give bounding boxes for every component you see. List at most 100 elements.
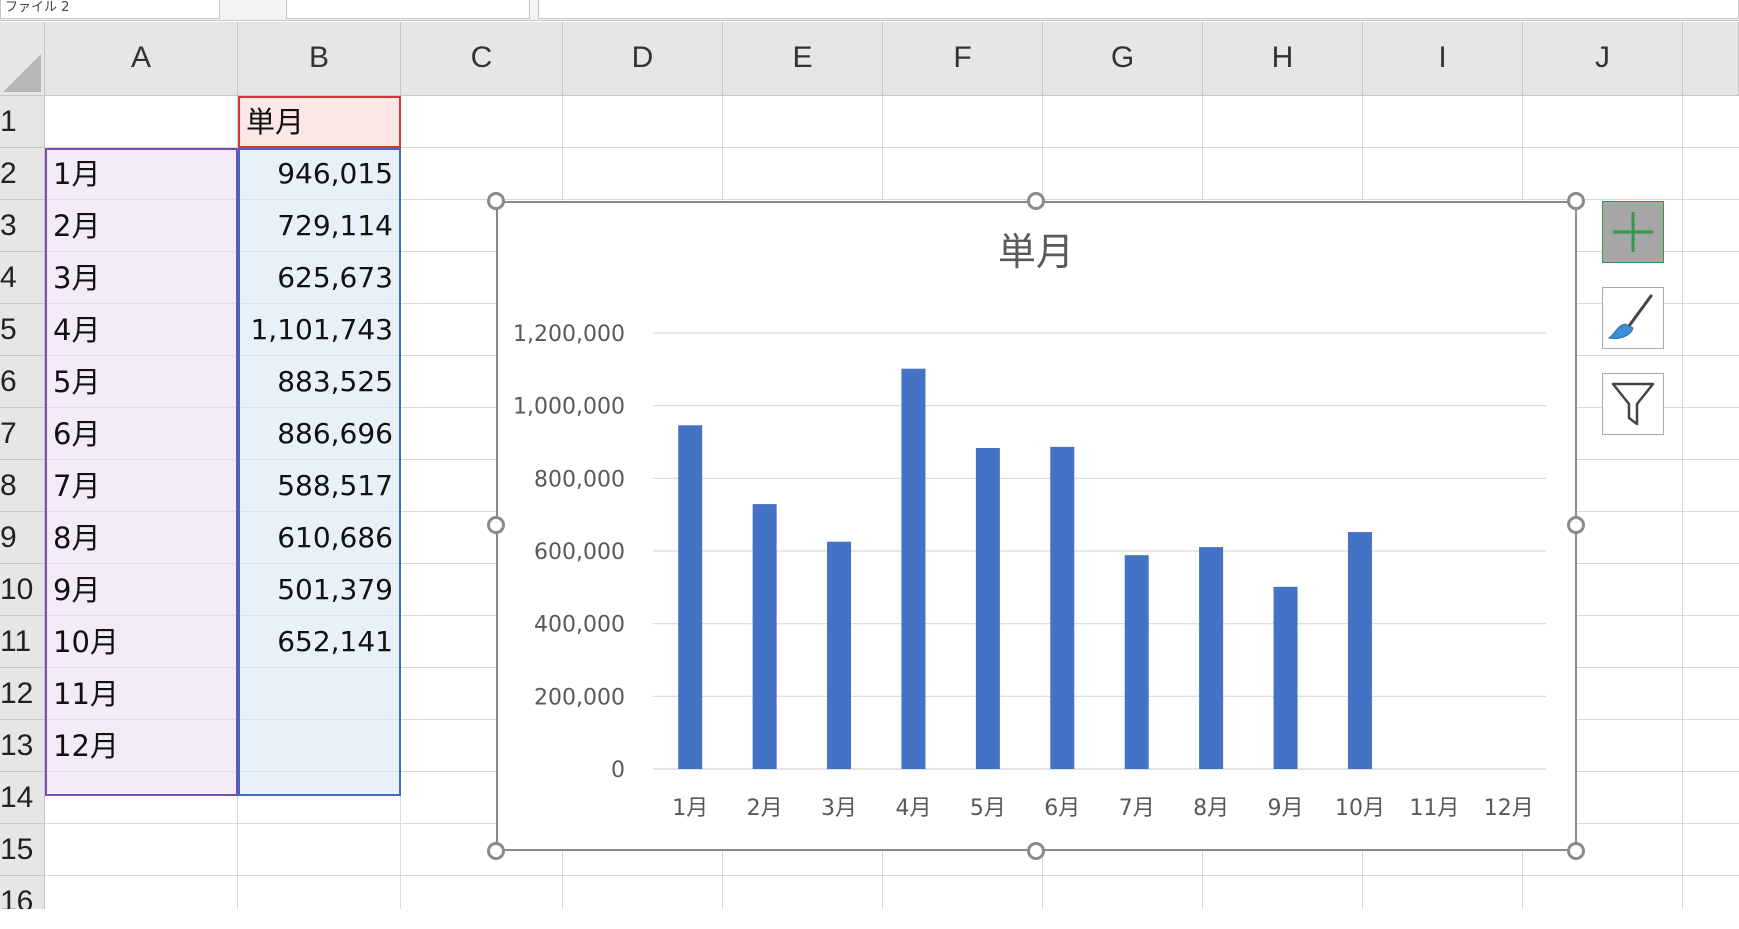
column-header-d[interactable]: D bbox=[563, 22, 723, 96]
cell-a7[interactable]: 6月 bbox=[47, 408, 236, 460]
cell-a3[interactable]: 2月 bbox=[47, 200, 236, 252]
resize-handle-bottom[interactable] bbox=[1027, 842, 1045, 860]
chart-elements-button[interactable] bbox=[1602, 201, 1664, 263]
resize-handle-top-right[interactable] bbox=[1567, 192, 1585, 210]
bar-10[interactable] bbox=[1347, 532, 1372, 769]
column-header-a[interactable]: A bbox=[45, 22, 238, 96]
y-tick-label: 0 bbox=[611, 758, 625, 783]
row-header-7[interactable]: 7 bbox=[0, 408, 45, 460]
cell-a9[interactable]: 8月 bbox=[47, 512, 236, 564]
cell-b10[interactable]: 501,379 bbox=[240, 564, 399, 616]
bar-5[interactable] bbox=[975, 447, 1000, 769]
resize-handle-top-left[interactable] bbox=[487, 192, 505, 210]
row-header-15[interactable]: 15 bbox=[0, 824, 45, 876]
cell-b12[interactable] bbox=[240, 668, 399, 720]
y-tick-label: 800,000 bbox=[534, 467, 625, 492]
bar-6[interactable] bbox=[1050, 446, 1075, 769]
bar-7[interactable] bbox=[1124, 555, 1149, 769]
y-gridlines bbox=[653, 332, 1546, 770]
cell-b11[interactable]: 652,141 bbox=[240, 616, 399, 668]
cell-b9[interactable]: 610,686 bbox=[240, 512, 399, 564]
resize-handle-bottom-left[interactable] bbox=[487, 842, 505, 860]
column-header-h[interactable]: H bbox=[1203, 22, 1363, 96]
cell-a11[interactable]: 10月 bbox=[47, 616, 236, 668]
bar-9[interactable] bbox=[1273, 586, 1298, 769]
y-tick-label: 400,000 bbox=[534, 613, 625, 638]
column-header-i[interactable]: I bbox=[1363, 22, 1523, 96]
row-header-8[interactable]: 8 bbox=[0, 460, 45, 512]
column-header-f[interactable]: F bbox=[883, 22, 1043, 96]
bar-4[interactable] bbox=[901, 368, 926, 769]
row-header-11[interactable]: 11 bbox=[0, 616, 45, 668]
cell-b3[interactable]: 729,114 bbox=[240, 200, 399, 252]
row-header-4[interactable]: 4 bbox=[0, 252, 45, 304]
row-header-14[interactable]: 14 bbox=[0, 772, 45, 824]
chart-svg: 単月 0 200,000 400,000 600,000 800,000 1,000,00… bbox=[513, 230, 1546, 821]
chart-area[interactable]: 単月 0 200,000 400,000 600,000 800,000 1,000,00… bbox=[496, 201, 1577, 851]
x-tick-label: 9月 bbox=[1268, 796, 1304, 821]
row-header-12[interactable]: 12 bbox=[0, 668, 45, 720]
grid-vline bbox=[1682, 96, 1683, 909]
x-tick-label: 10月 bbox=[1335, 796, 1385, 821]
cell-a6[interactable]: 5月 bbox=[47, 356, 236, 408]
x-tick-label: 2月 bbox=[747, 796, 783, 821]
brush-icon bbox=[1607, 294, 1653, 339]
row-header-2[interactable]: 2 bbox=[0, 148, 45, 200]
row-header-10[interactable]: 10 bbox=[0, 564, 45, 616]
bar-1[interactable] bbox=[678, 425, 703, 769]
cell-a2[interactable]: 1月 bbox=[47, 148, 236, 200]
x-tick-labels: 1月 2月 3月 4月 5月 6月 7月 8月 9月 10月 11月 12月 bbox=[672, 796, 1534, 821]
cell-b2[interactable]: 946,015 bbox=[240, 148, 399, 200]
x-tick-label: 7月 bbox=[1119, 796, 1155, 821]
chart-styles-button[interactable] bbox=[1602, 287, 1664, 349]
x-tick-label: 5月 bbox=[970, 796, 1006, 821]
y-tick-label: 200,000 bbox=[534, 685, 625, 710]
column-header-g[interactable]: G bbox=[1043, 22, 1203, 96]
x-tick-label: 8月 bbox=[1193, 796, 1229, 821]
resize-handle-left[interactable] bbox=[487, 516, 505, 534]
resize-handle-top[interactable] bbox=[1027, 192, 1045, 210]
row-header-6[interactable]: 6 bbox=[0, 356, 45, 408]
grid-hline bbox=[45, 875, 1739, 876]
cell-b4[interactable]: 625,673 bbox=[240, 252, 399, 304]
column-header-c[interactable]: C bbox=[401, 22, 563, 96]
row-header-9[interactable]: 9 bbox=[0, 512, 45, 564]
row-header-1[interactable]: 1 bbox=[0, 96, 45, 148]
y-tick-label: 600,000 bbox=[534, 540, 625, 565]
cell-a8[interactable]: 7月 bbox=[47, 460, 236, 512]
cell-b13[interactable] bbox=[240, 720, 399, 772]
cell-a10[interactable]: 9月 bbox=[47, 564, 236, 616]
cell-a12[interactable]: 11月 bbox=[47, 668, 236, 720]
cell-a13[interactable]: 12月 bbox=[47, 720, 236, 772]
select-all-corner[interactable] bbox=[0, 22, 45, 96]
cell-b6[interactable]: 883,525 bbox=[240, 356, 399, 408]
x-tick-label: 11月 bbox=[1409, 796, 1459, 821]
column-header-overflow bbox=[1683, 22, 1739, 96]
x-tick-label: 4月 bbox=[895, 796, 931, 821]
bar-8[interactable] bbox=[1199, 547, 1224, 769]
column-header-b[interactable]: B bbox=[238, 22, 401, 96]
bar-2[interactable] bbox=[752, 504, 777, 769]
cell-b8[interactable]: 588,517 bbox=[240, 460, 399, 512]
cell-b1[interactable]: 単月 bbox=[240, 96, 399, 148]
cell-b7[interactable]: 886,696 bbox=[240, 408, 399, 460]
row-header-16[interactable]: 16 bbox=[0, 876, 45, 909]
bar-3[interactable] bbox=[827, 541, 852, 769]
resize-handle-bottom-right[interactable] bbox=[1567, 842, 1585, 860]
y-tick-labels: 0 200,000 400,000 600,000 800,000 1,000,000 1,… bbox=[513, 322, 625, 783]
chart-filters-button[interactable] bbox=[1602, 373, 1664, 435]
resize-handle-right[interactable] bbox=[1567, 516, 1585, 534]
y-tick-label: 1,000,000 bbox=[513, 395, 625, 420]
column-header-e[interactable]: E bbox=[723, 22, 883, 96]
x-tick-label: 6月 bbox=[1044, 796, 1080, 821]
cell-a4[interactable]: 3月 bbox=[47, 252, 236, 304]
x-tick-label: 1月 bbox=[672, 796, 708, 821]
row-header-5[interactable]: 5 bbox=[0, 304, 45, 356]
row-header-13[interactable]: 13 bbox=[0, 720, 45, 772]
row-header-3[interactable]: 3 bbox=[0, 200, 45, 252]
cell-a5[interactable]: 4月 bbox=[47, 304, 236, 356]
chart-title[interactable]: 単月 bbox=[998, 230, 1074, 274]
x-tick-label: 3月 bbox=[821, 796, 857, 821]
column-header-j[interactable]: J bbox=[1523, 22, 1683, 96]
cell-b5[interactable]: 1,101,743 bbox=[240, 304, 399, 356]
